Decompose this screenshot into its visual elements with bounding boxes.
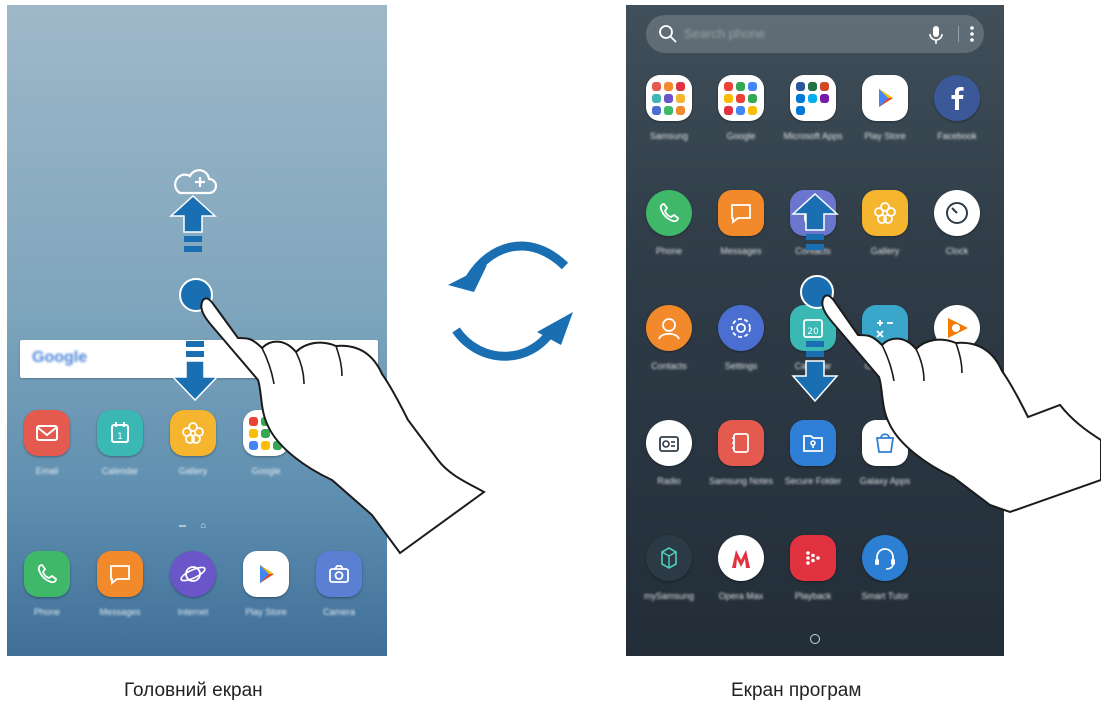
home-screen-caption: Головний екран [124,680,263,701]
switch-arrow-bottom [452,327,556,361]
calendar-app[interactable]: 20 [790,305,836,351]
contacts-app[interactable] [790,190,836,236]
phone-app[interactable] [24,551,70,597]
contacts-person-icon [658,318,680,340]
phone-icon [659,203,679,223]
camera-label: Camera [322,607,355,617]
more-options-icon[interactable] [966,23,978,45]
messages-icon [731,204,751,224]
samsung-notes-app[interactable] [718,420,764,466]
contacts-person-app[interactable] [646,305,692,351]
calendar-day: 1 [117,432,123,442]
google-logo: Google [32,349,88,366]
search-icon [659,25,677,43]
internet-planet-icon [180,566,206,582]
clock-icon [946,202,968,224]
phone-app[interactable] [646,190,692,236]
search-placeholder: Search phone [684,26,765,41]
camera-icon [329,565,349,583]
clock-label: Clock [945,246,969,256]
switch-arrow-top-head [448,265,487,292]
google-label: Google [251,466,281,476]
play-music-icon [948,318,968,338]
cloud-plus-icon [174,169,217,195]
playback-app[interactable] [790,535,836,581]
calendar-icon: 1 [111,422,129,443]
calendar-day: 20 [807,327,819,337]
play-store-app[interactable] [862,75,908,121]
facebook-app[interactable] [934,75,980,121]
gallery-flower-icon [182,422,204,444]
apps-screen-phone: Search phone Samsung Google Microsoft Ap… [626,5,1004,656]
play-music-label: Play Music [935,361,979,371]
gallery-app[interactable] [170,410,216,456]
galaxy-apps-icon [875,433,895,453]
email-icon [36,425,58,441]
home-nav-indicator[interactable] [810,634,820,644]
smart-tutor-headset-icon [875,548,895,570]
calendar-icon: 20 [803,319,823,338]
galaxy-apps-app[interactable] [862,420,908,466]
mysamsung-app[interactable] [646,535,692,581]
microphone-icon[interactable] [926,24,946,46]
apps-screen-caption: Екран програм [731,680,862,701]
email-app[interactable] [24,410,70,456]
internet-app[interactable] [170,551,216,597]
google-search-bar[interactable]: Google [20,340,378,378]
home-page-icon: ⌂ [200,520,206,530]
mysamsung-icon [661,547,677,569]
messages-app[interactable] [718,190,764,236]
settings-app[interactable] [718,305,764,351]
clock-app[interactable] [934,190,980,236]
search-phone-bar[interactable]: Search phone [646,15,984,53]
camera-app[interactable] [316,551,362,597]
playback-icon [806,551,820,565]
phone-icon [37,564,57,584]
settings-gear-icon [731,318,751,338]
gallery-app[interactable] [862,190,908,236]
radio-app[interactable] [646,420,692,466]
facebook-label: Facebook [937,131,977,141]
switch-arrow-bottom-head [537,312,573,345]
google-folder[interactable] [718,75,764,121]
play-store-icon [260,565,274,583]
secure-folder-app[interactable] [790,420,836,466]
microsoft-folder[interactable] [790,75,836,121]
samsung-folder[interactable] [646,75,692,121]
smart-tutor-app[interactable] [862,535,908,581]
play-store-icon [879,89,893,107]
radio-icon [659,436,679,452]
opera-max-icon [732,550,750,568]
calendar-app[interactable]: 1 [97,410,143,456]
calculator-icon [876,320,893,338]
gallery-flower-icon [874,202,896,224]
switch-arrow-top [466,241,569,281]
smart-tutor-label: Smart Tutor [861,591,909,601]
messages-app[interactable] [97,551,143,597]
contacts-icon [804,204,822,223]
notes-icon [732,433,749,453]
galaxy-apps-label: Galaxy Apps [859,476,911,486]
play-music-app[interactable] [934,305,980,351]
opera-max-app[interactable] [718,535,764,581]
facebook-icon [951,87,964,110]
page-indicator[interactable]: ⌂ [179,520,206,530]
calculator-app[interactable] [862,305,908,351]
play-store-app[interactable] [243,551,289,597]
google-folder[interactable] [243,410,289,456]
home-screen-phone: Google Email 1 Calendar Gallery Google ⌂… [7,5,387,656]
secure-folder-icon [803,435,823,452]
messages-icon [110,565,130,585]
search-separator [958,26,959,42]
